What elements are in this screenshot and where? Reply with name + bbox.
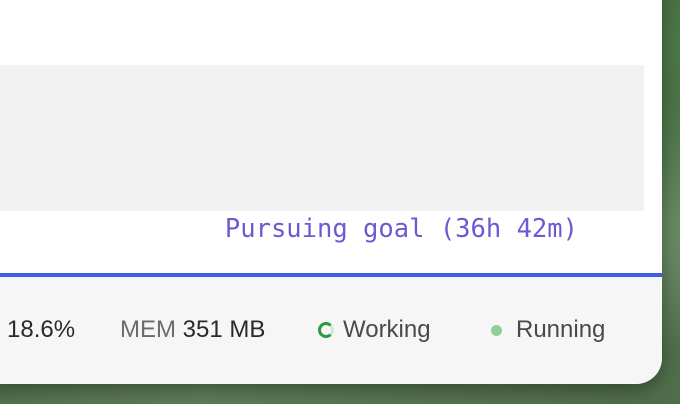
app-window: Pursuing goal (36h 42m) 18.6% MEM 351 MB…: [0, 0, 662, 384]
mem-label: MEM: [120, 316, 176, 343]
spinner-icon: [318, 322, 334, 338]
working-status: Working: [318, 314, 431, 346]
memory-usage: MEM 351 MB: [120, 314, 265, 346]
working-label: Working: [343, 316, 431, 343]
running-label: Running: [516, 316, 606, 343]
status-dot-icon: [491, 324, 502, 336]
output-panel: [0, 65, 644, 211]
mem-value: 351 MB: [182, 316, 266, 343]
running-status: Running: [491, 314, 605, 346]
cpu-usage: 18.6%: [7, 314, 75, 346]
goal-status-text: Pursuing goal (36h 42m): [224, 214, 578, 244]
cpu-value: 18.6%: [7, 316, 76, 343]
